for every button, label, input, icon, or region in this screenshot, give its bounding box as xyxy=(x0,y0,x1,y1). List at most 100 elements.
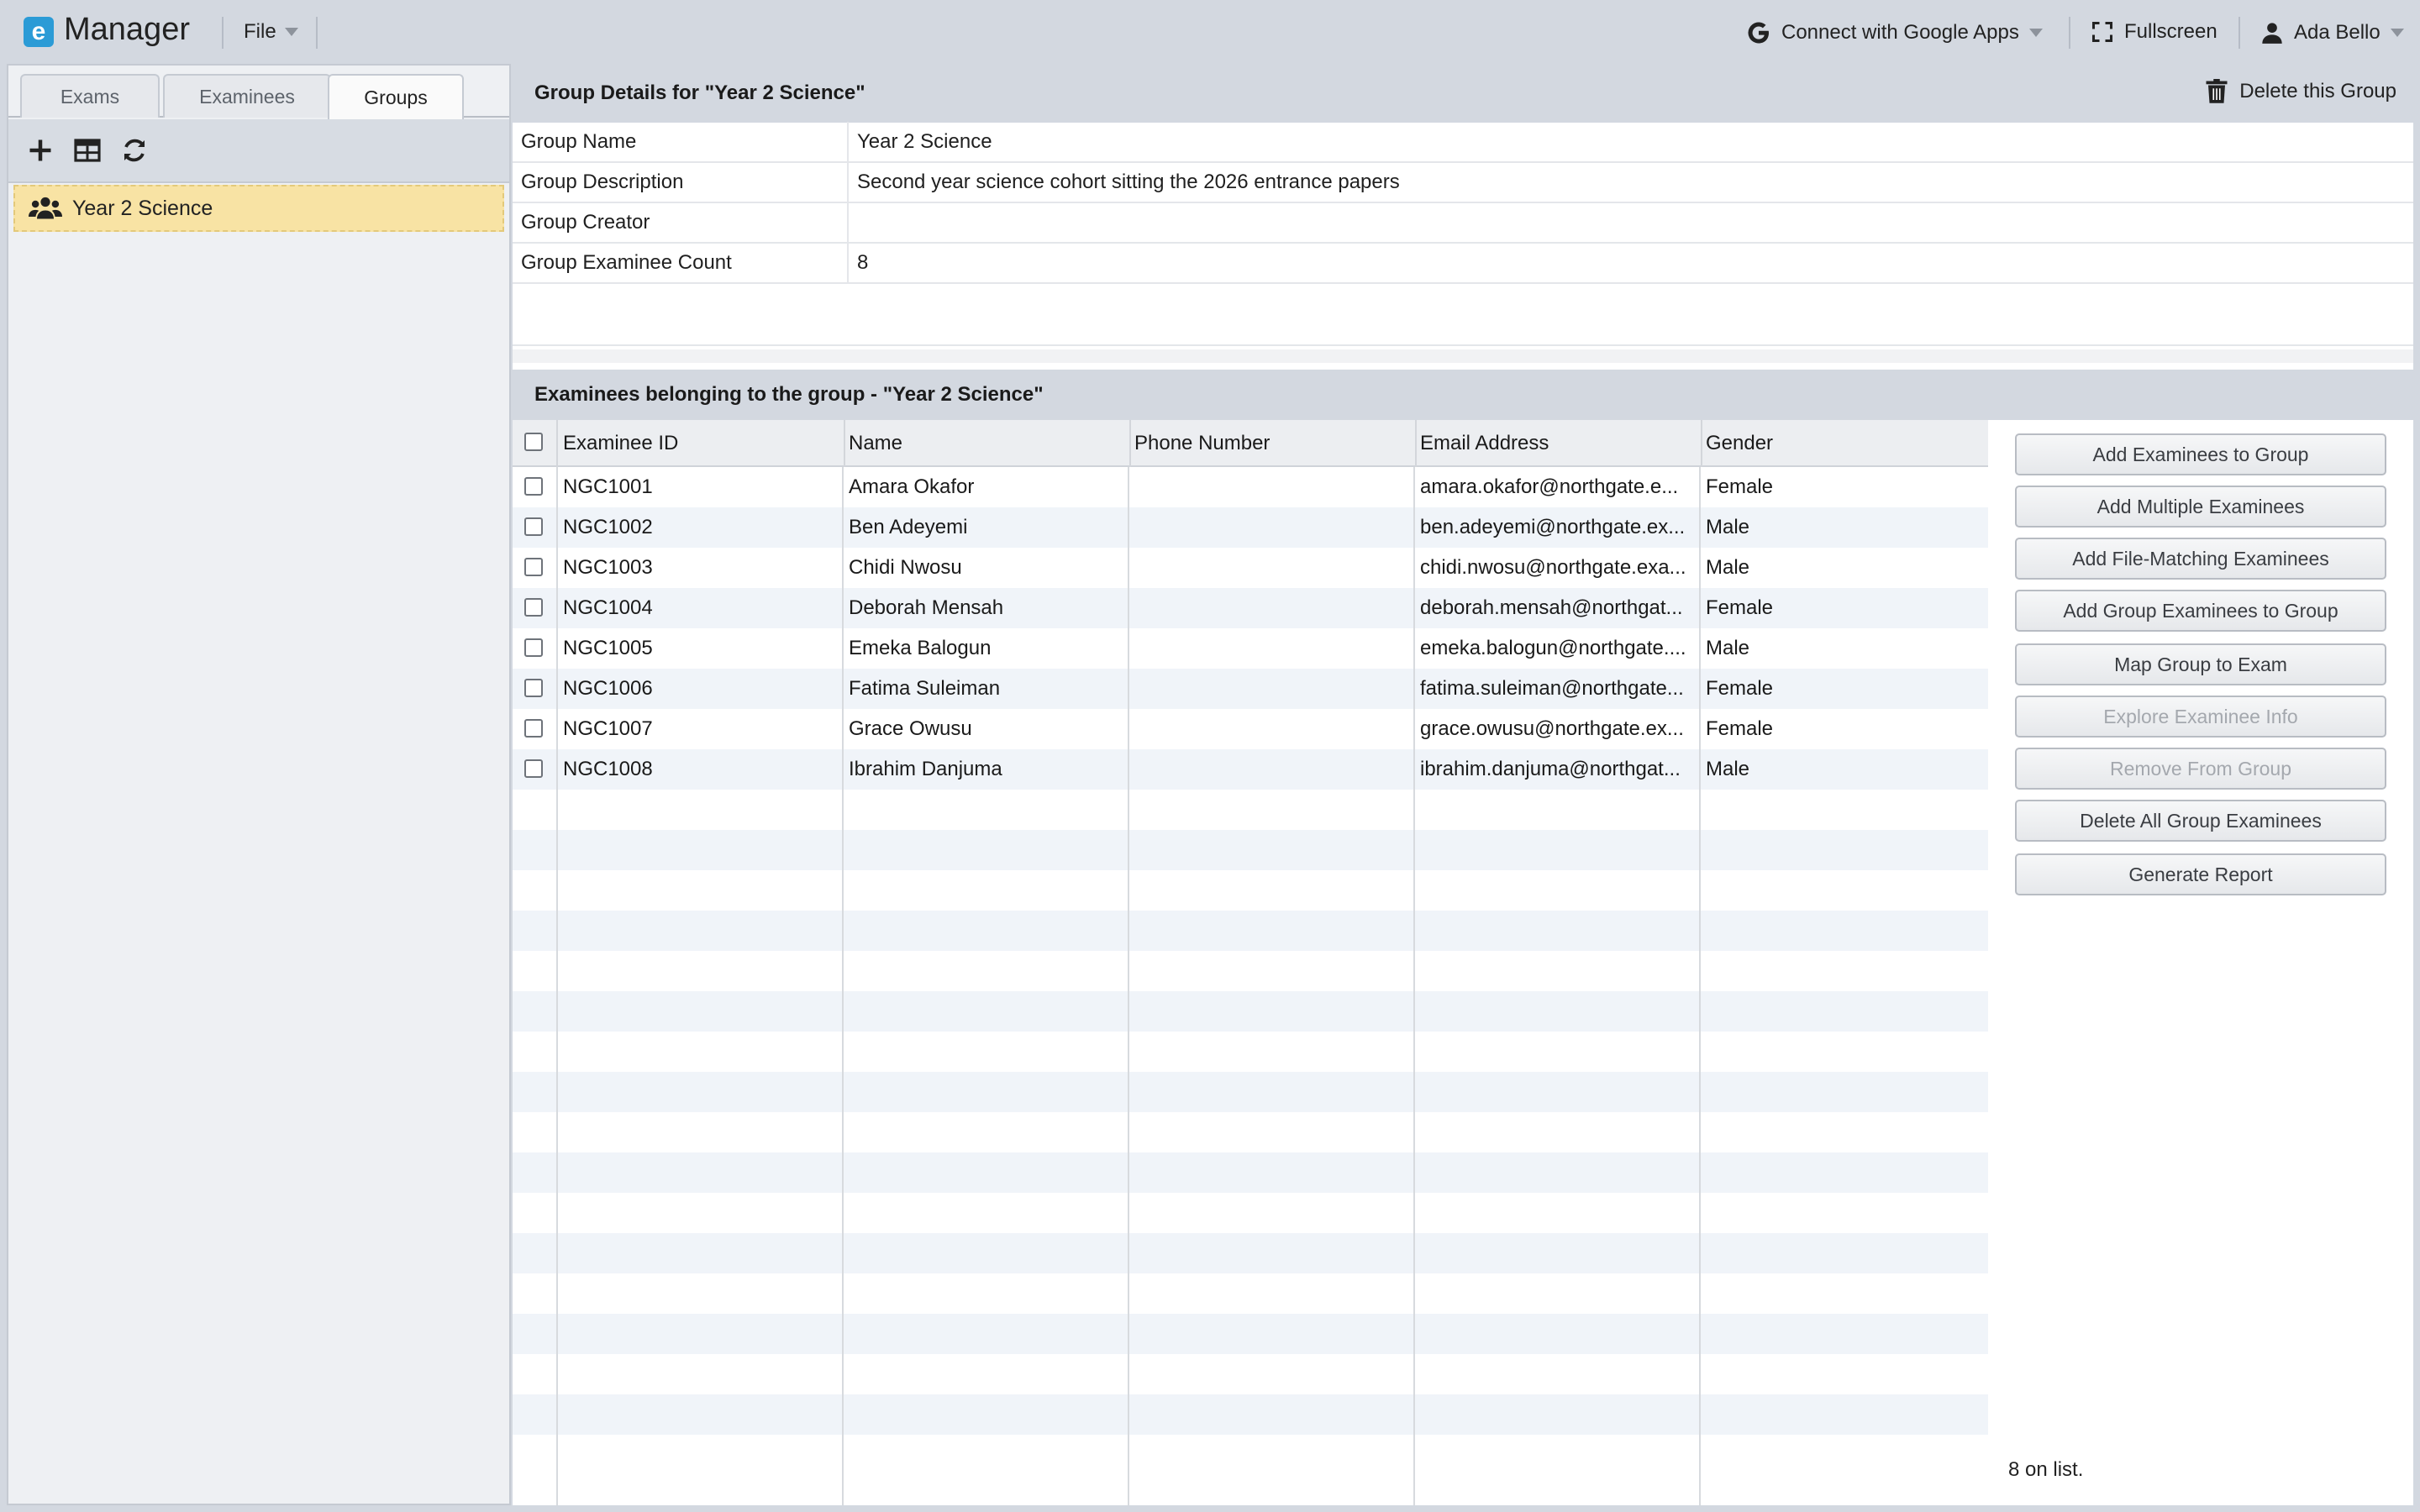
column-divider xyxy=(556,467,558,1505)
group-list-item[interactable]: Year 2 Science xyxy=(13,185,504,232)
cell-gender: Male xyxy=(1706,556,1750,579)
tab-exams[interactable]: Exams xyxy=(20,74,160,118)
chevron-down-icon xyxy=(284,28,298,36)
row-checkbox[interactable] xyxy=(524,719,543,738)
grid-header: Examinee ID Name Phone Number Email Addr… xyxy=(513,420,1988,467)
col-name[interactable]: Name xyxy=(844,420,1131,467)
refresh-button[interactable] xyxy=(119,135,150,165)
explore-examinee-info-button[interactable]: Explore Examinee Info xyxy=(2015,696,2386,738)
table-row xyxy=(513,790,1988,830)
delete-group-button[interactable]: Delete this Group xyxy=(2206,79,2396,104)
section-divider xyxy=(513,349,2413,363)
detail-row: Group Creator xyxy=(513,202,2413,244)
tab-groups[interactable]: Groups xyxy=(328,74,464,119)
add-group-examinees-button[interactable]: Add Group Examinees to Group xyxy=(2015,590,2386,632)
table-row xyxy=(513,1233,1988,1273)
cell-name: Deborah Mensah xyxy=(849,596,1004,619)
list-count: 8 on list. xyxy=(2008,1458,2084,1481)
table-view-button[interactable] xyxy=(72,135,103,165)
cell-id: NGC1002 xyxy=(563,516,653,538)
table-row xyxy=(513,1354,1988,1394)
cell-gender: Female xyxy=(1706,677,1774,700)
app-title: Manager xyxy=(64,12,190,47)
chevron-down-icon xyxy=(2028,29,2043,37)
left-tabs: Exams Examinees Groups xyxy=(8,66,509,119)
table-row[interactable]: NGC1008 Ibrahim Danjuma ibrahim.danjuma@no… xyxy=(513,749,1988,790)
remove-from-group-button[interactable]: Remove From Group xyxy=(2015,748,2386,790)
detail-label: Group Examinee Count xyxy=(513,243,849,283)
connect-google-button[interactable]: Connect with Google Apps xyxy=(1746,20,2043,45)
fullscreen-button[interactable]: Fullscreen xyxy=(2091,20,2217,44)
table-row xyxy=(513,1152,1988,1193)
cell-id: NGC1006 xyxy=(563,677,653,700)
cell-email: grace.owusu@northgate.ex... xyxy=(1420,717,1684,740)
add-group-button[interactable] xyxy=(25,135,55,165)
cell-name: Ibrahim Danjuma xyxy=(849,758,1002,780)
row-checkbox[interactable] xyxy=(524,679,543,697)
col-gender[interactable]: Gender xyxy=(1701,420,1988,467)
column-divider xyxy=(842,467,844,1505)
table-row[interactable]: NGC1004 Deborah Mensah deborah.mensah@nort… xyxy=(513,588,1988,628)
cell-id: NGC1007 xyxy=(563,717,653,740)
table-row xyxy=(513,1193,1988,1233)
cell-phone xyxy=(1129,709,1415,749)
users-icon xyxy=(29,197,62,219)
chevron-down-icon xyxy=(2390,29,2404,37)
detail-value: Second year science cohort sitting the 2… xyxy=(857,171,1400,193)
add-file-matching-button[interactable]: Add File-Matching Examinees xyxy=(2015,538,2386,580)
detail-value: Year 2 Science xyxy=(857,130,992,153)
table-row[interactable]: NGC1007 Grace Owusu grace.owusu@northgate.… xyxy=(513,709,1988,749)
row-checkbox[interactable] xyxy=(524,477,543,496)
col-phone[interactable]: Phone Number xyxy=(1129,420,1417,467)
row-checkbox[interactable] xyxy=(524,517,543,536)
cell-id: NGC1001 xyxy=(563,475,653,498)
user-menu[interactable]: Ada Bello xyxy=(2260,20,2404,45)
table-row[interactable]: NGC1006 Fatima Suleiman fatima.suleiman@no… xyxy=(513,669,1988,709)
generate-report-button[interactable]: Generate Report xyxy=(2015,853,2386,895)
group-toolbar xyxy=(8,119,509,183)
trash-icon xyxy=(2206,79,2228,103)
table-row[interactable]: NGC1003 Chidi Nwosu chidi.nwosu@northgate.… xyxy=(513,548,1988,588)
detail-row: Group Description Second year science co… xyxy=(513,162,2413,203)
cell-email: ibrahim.danjuma@northgat... xyxy=(1420,758,1681,780)
select-all-checkbox[interactable] xyxy=(524,433,543,451)
detail-label: Group Creator xyxy=(513,202,849,243)
cell-email: fatima.suleiman@northgate... xyxy=(1420,677,1684,700)
group-list-item-label: Year 2 Science xyxy=(72,196,213,220)
column-divider xyxy=(1413,467,1415,1505)
table-row xyxy=(513,1273,1988,1314)
add-examinees-button[interactable]: Add Examinees to Group xyxy=(2015,433,2386,475)
row-checkbox[interactable] xyxy=(524,558,543,576)
cell-email: ben.adeyemi@northgate.ex... xyxy=(1420,516,1686,538)
delete-all-examinees-button[interactable]: Delete All Group Examinees xyxy=(2015,800,2386,842)
table-row[interactable]: NGC1005 Emeka Balogun emeka.balogun@northg… xyxy=(513,628,1988,669)
cell-phone xyxy=(1129,628,1415,669)
table-row[interactable]: NGC1002 Ben Adeyemi ben.adeyemi@northgate.… xyxy=(513,507,1988,548)
detail-value: 8 xyxy=(857,251,869,274)
col-examinee-id[interactable]: Examinee ID xyxy=(558,420,845,467)
column-divider xyxy=(1128,467,1129,1505)
map-group-to-exam-button[interactable]: Map Group to Exam xyxy=(2015,643,2386,685)
cell-name: Grace Owusu xyxy=(849,717,972,740)
divider xyxy=(2069,17,2070,49)
connect-google-label: Connect with Google Apps xyxy=(1781,21,2019,44)
details-spacer xyxy=(513,284,2413,346)
row-checkbox[interactable] xyxy=(524,598,543,617)
table-row[interactable]: NGC1001 Amara Okafor amara.okafor@northgat… xyxy=(513,467,1988,507)
row-checkbox[interactable] xyxy=(524,638,543,657)
cell-phone xyxy=(1129,467,1415,507)
detail-label: Group Description xyxy=(513,162,849,202)
right-panel: Group Details for "Year 2 Science" Delet… xyxy=(513,64,2413,1505)
file-menu[interactable]: File xyxy=(244,20,298,44)
col-email[interactable]: Email Address xyxy=(1415,420,1702,467)
row-checkbox[interactable] xyxy=(524,759,543,778)
app-logo-icon: e xyxy=(24,17,54,47)
table-row xyxy=(513,1032,1988,1072)
add-multiple-examinees-button[interactable]: Add Multiple Examinees xyxy=(2015,486,2386,528)
cell-phone xyxy=(1129,548,1415,588)
tab-examinees[interactable]: Examinees xyxy=(163,74,331,118)
table-row xyxy=(513,951,1988,991)
cell-name: Fatima Suleiman xyxy=(849,677,1001,700)
cell-email: deborah.mensah@northgat... xyxy=(1420,596,1683,619)
divider xyxy=(2238,17,2240,49)
